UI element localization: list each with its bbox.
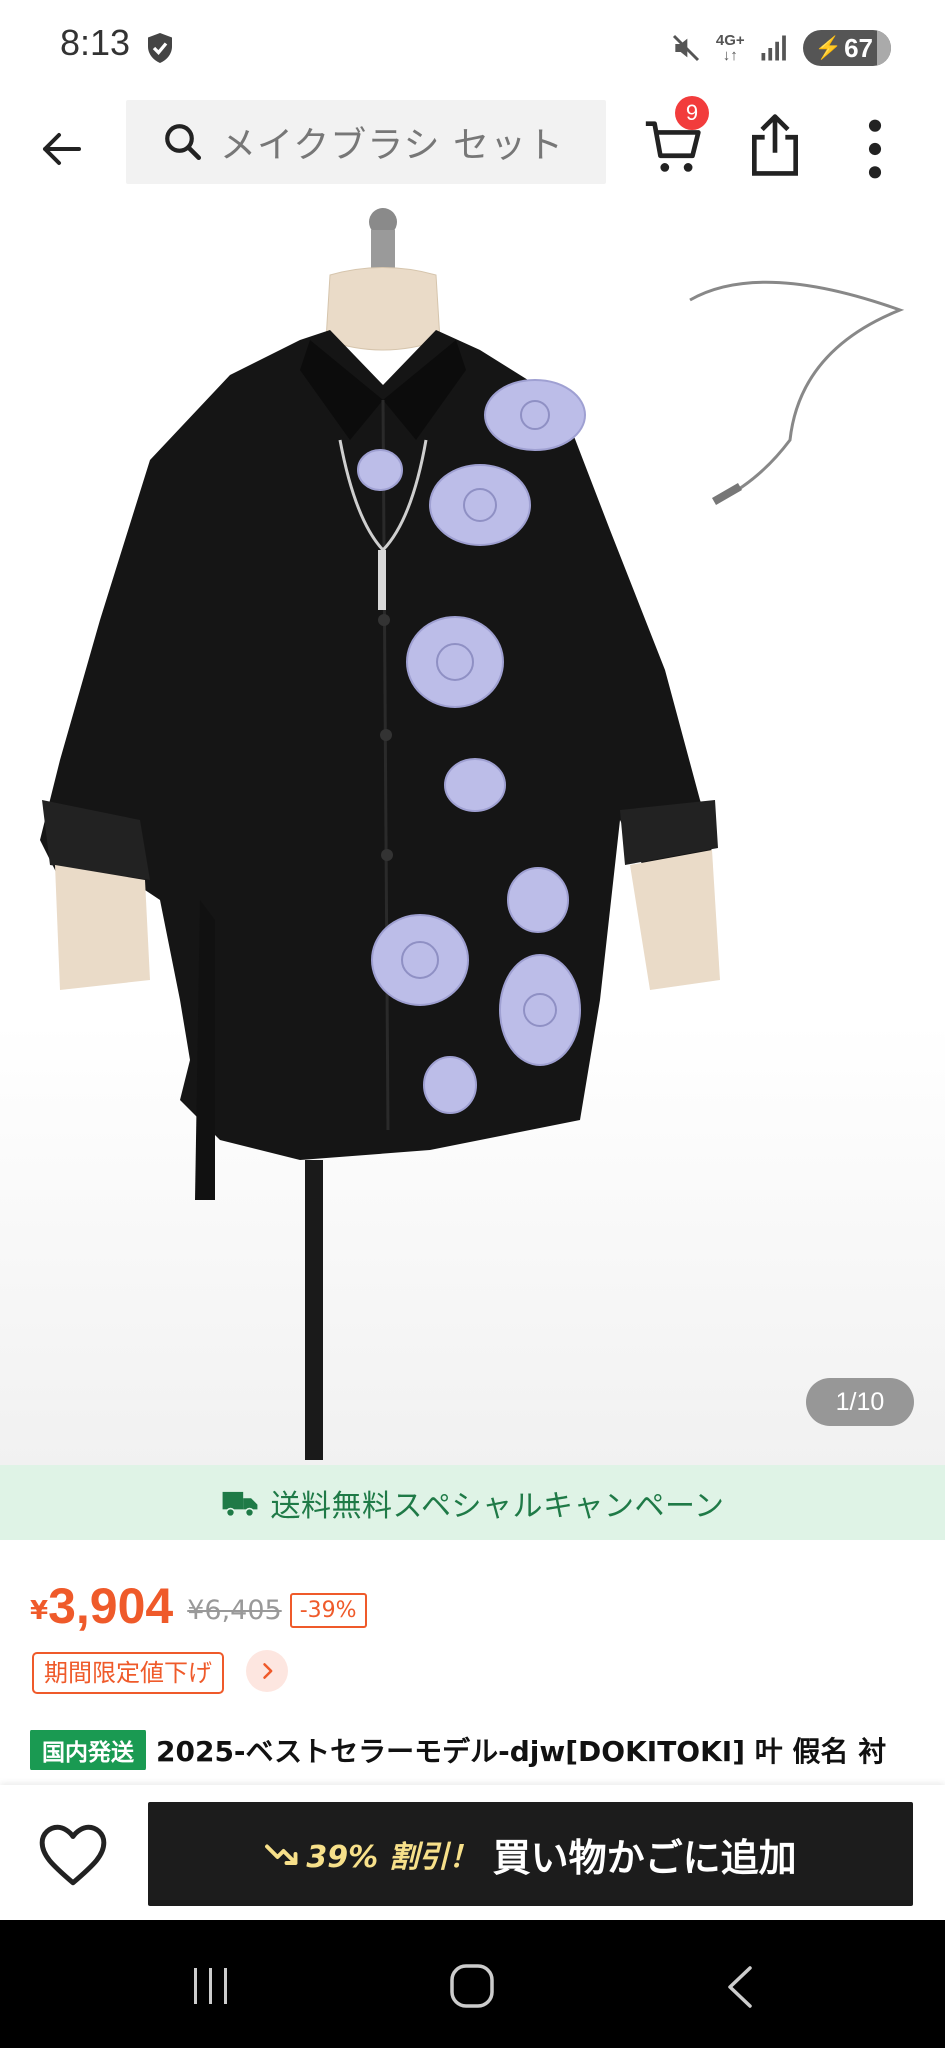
trending-down-icon bbox=[265, 1844, 298, 1865]
discount-badge: -39% bbox=[289, 1593, 367, 1628]
shield-check-icon bbox=[148, 33, 172, 63]
favorite-button[interactable] bbox=[36, 1820, 110, 1890]
status-icons: 4G+ ↓↑ ⚡ 67 bbox=[670, 28, 891, 68]
search-icon bbox=[165, 124, 202, 161]
product-photo-shirt bbox=[40, 208, 905, 1460]
share-icon bbox=[752, 114, 798, 176]
promo-details-button[interactable] bbox=[246, 1650, 288, 1692]
battery-charging-icon: ⚡ 67 bbox=[802, 30, 891, 66]
top-app-bar: メイクブラシ セット 9 bbox=[0, 96, 945, 200]
signal-icon bbox=[761, 35, 786, 61]
status-bar: 8:13 4G+ ↓↑ ⚡ 67 bbox=[0, 0, 945, 96]
image-counter: 1/10 bbox=[806, 1378, 914, 1426]
add-to-cart-label: 買い物かごに追加 bbox=[492, 1835, 797, 1880]
truck-icon bbox=[222, 1491, 257, 1517]
system-navigation-bar bbox=[0, 1920, 945, 2048]
bottom-action-bar: 39% 割引！ 買い物かごに追加 bbox=[0, 1785, 945, 1920]
limited-time-price-drop-badge[interactable]: 期間限定値下げ bbox=[32, 1652, 224, 1694]
current-price: 3,904 bbox=[48, 1578, 174, 1634]
search-input[interactable]: メイクブラシ セット bbox=[220, 116, 564, 168]
add-to-cart-button[interactable]: 39% 割引！ 買い物かごに追加 bbox=[148, 1802, 913, 1906]
mute-icon bbox=[672, 34, 699, 62]
back-button[interactable] bbox=[30, 118, 92, 180]
network-indicator: 4G+ ↓↑ bbox=[715, 32, 745, 64]
free-shipping-campaign-banner[interactable]: 送料無料スペシャルキャンペーン bbox=[0, 1465, 945, 1540]
discount-promo-text: 39% 割引！ bbox=[306, 1840, 479, 1875]
search-bar[interactable]: メイクブラシ セット bbox=[126, 100, 606, 184]
status-time: 8:13 bbox=[60, 22, 131, 63]
product-image-gallery[interactable] bbox=[0, 200, 945, 1465]
cart-count-badge: 9 bbox=[675, 96, 709, 130]
product-title-row: 国内発送 2025-ベストセラーモデル-djw[DOKITOKI] 叶 假名 衬 bbox=[30, 1730, 945, 1770]
share-button[interactable] bbox=[744, 110, 806, 180]
original-price: ¥6,405 bbox=[187, 1595, 282, 1626]
recent-apps-icon[interactable] bbox=[188, 1966, 234, 2006]
back-arrow-icon bbox=[43, 133, 81, 165]
domestic-shipping-tag: 国内発送 bbox=[30, 1730, 146, 1770]
campaign-text: 送料無料スペシャルキャンペーン bbox=[270, 1488, 725, 1524]
home-icon[interactable] bbox=[448, 1962, 496, 2010]
chevron-right-icon bbox=[263, 1663, 273, 1679]
currency-symbol: ¥ bbox=[30, 1596, 49, 1626]
heart-icon bbox=[39, 1824, 107, 1886]
more-vertical-icon bbox=[868, 119, 882, 179]
product-title: 2025-ベストセラーモデル-djw[DOKITOKI] 叶 假名 衬 bbox=[156, 1735, 887, 1768]
nav-back-icon[interactable] bbox=[722, 1964, 756, 2010]
price-row: ¥ 3,904 ¥6,405 -39% bbox=[30, 1570, 367, 1634]
more-options-button[interactable] bbox=[860, 114, 890, 184]
